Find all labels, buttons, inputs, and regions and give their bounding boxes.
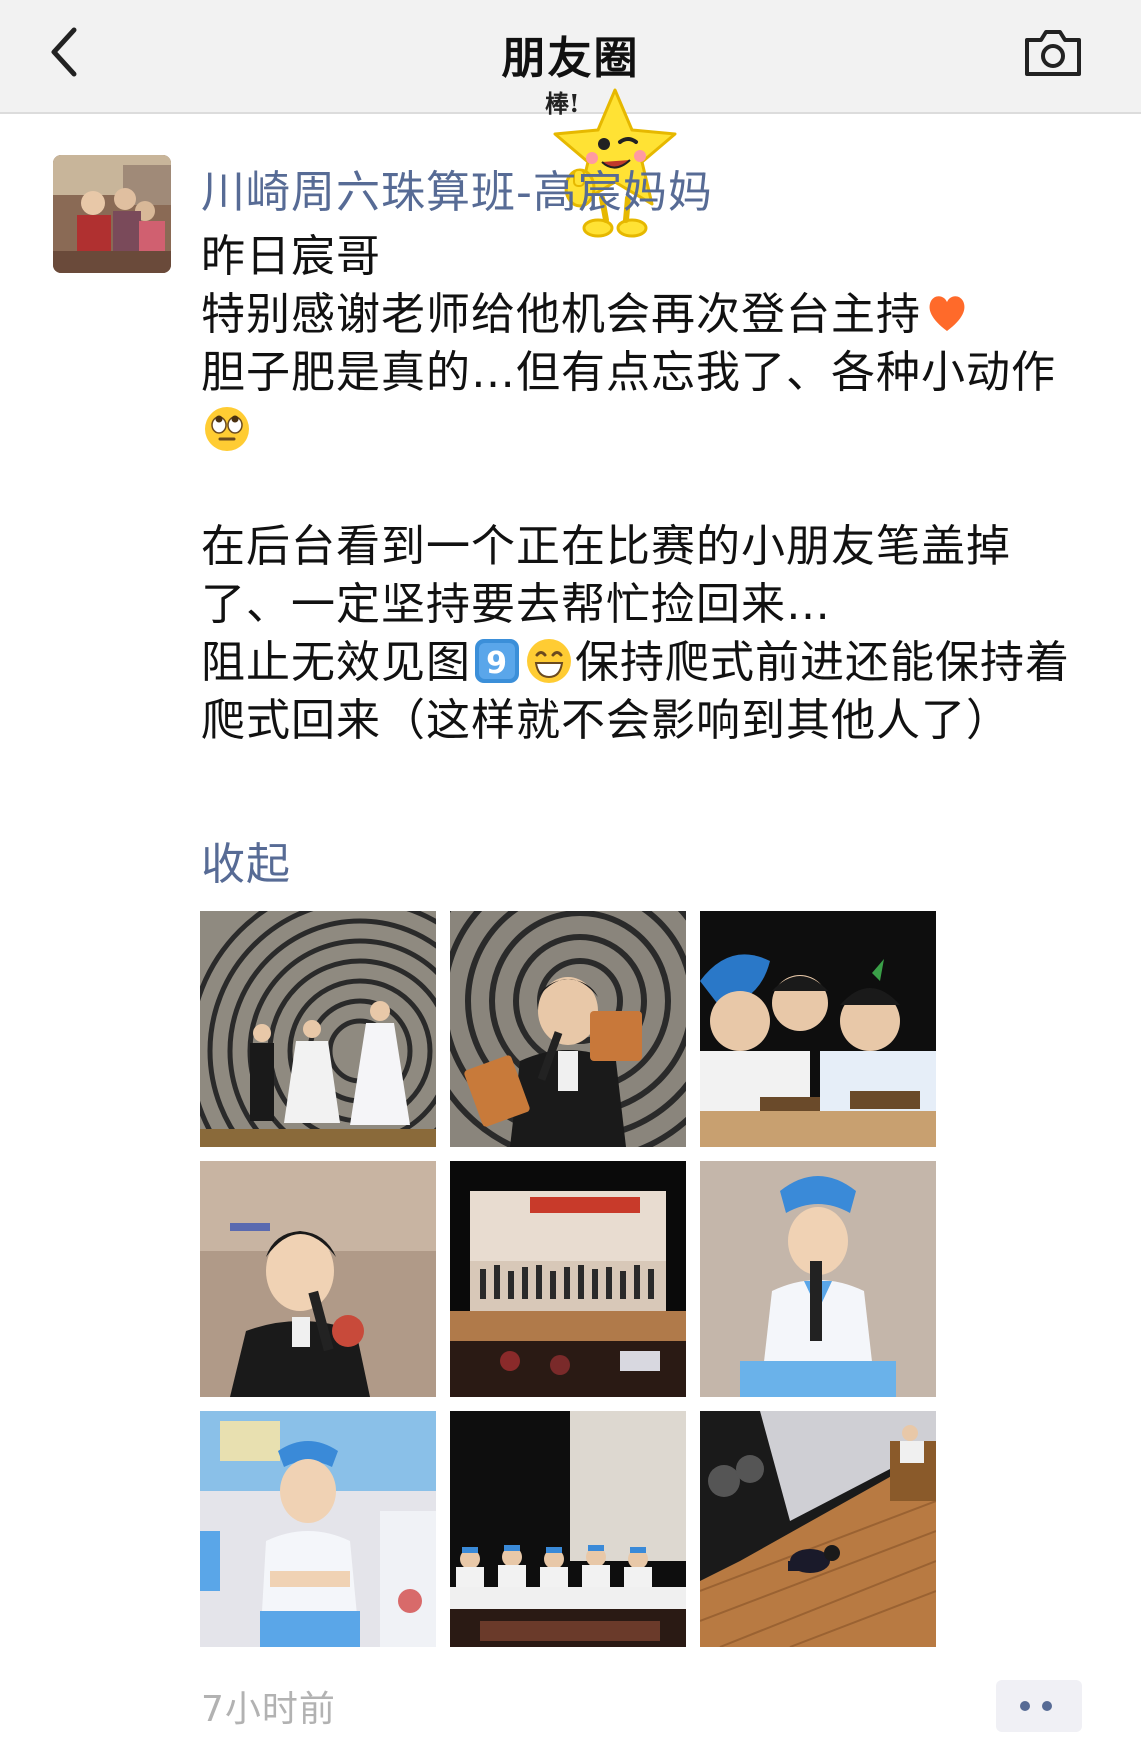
post-photo[interactable] xyxy=(200,1161,436,1397)
post-line-text: 阻止无效见图 xyxy=(201,637,471,688)
post-photo[interactable] xyxy=(700,1161,936,1397)
collapse-link[interactable]: 收起 xyxy=(201,828,291,892)
post-photo[interactable] xyxy=(700,1411,936,1647)
post-line-text: 特别感谢老师给他机会再次登台主持 xyxy=(201,289,921,340)
camera-button[interactable] xyxy=(1021,24,1085,80)
post-line: 特别感谢老师给他机会再次登台主持 xyxy=(201,286,1071,344)
post-photo[interactable] xyxy=(450,1161,686,1397)
post-line: 昨日宸哥 xyxy=(201,231,381,282)
post-line-text: 胆子肥是真的…但有点忘我了、各种小动作 xyxy=(201,347,1056,398)
orange-heart-emoji-icon xyxy=(929,296,965,331)
grinning-emoji-icon xyxy=(527,639,571,683)
keycap-nine-emoji-icon: 9 xyxy=(475,639,519,683)
author-name[interactable]: 川崎周六珠算班-高宸妈妈 xyxy=(201,156,713,220)
more-actions-button[interactable] xyxy=(996,1680,1082,1732)
more-dots-icon xyxy=(1042,1701,1052,1711)
post-text: 昨日宸哥 特别感谢老师给他机会再次登台主持 胆子肥是真的…但有点忘我了、各种小动… xyxy=(201,228,1071,750)
avatar[interactable] xyxy=(53,155,171,273)
post-line: 阻止无效见图 9 保持爬式前进还能保持着爬式回来（这样就不会影响到其他人了） xyxy=(201,634,1071,750)
more-dots-icon xyxy=(1020,1701,1030,1711)
photo-grid xyxy=(200,911,938,1647)
page-title: 朋友圈 xyxy=(501,33,640,84)
svg-text:9: 9 xyxy=(486,646,508,681)
post-photo[interactable] xyxy=(450,911,686,1147)
post-photo[interactable] xyxy=(200,1411,436,1647)
eye-roll-emoji-icon xyxy=(205,407,249,451)
post-photo[interactable] xyxy=(700,911,936,1147)
post-photo[interactable] xyxy=(450,1411,686,1647)
sticker-caption: 棒! xyxy=(545,89,580,118)
post-photo[interactable] xyxy=(200,911,436,1147)
post-line: 胆子肥是真的…但有点忘我了、各种小动作 xyxy=(201,344,1071,460)
camera-icon xyxy=(1025,30,1081,76)
post-timestamp: 7小时前 xyxy=(201,1689,336,1730)
post-line: 在后台看到一个正在比赛的小朋友笔盖掉了、一定坚持要去帮忙捡回来… xyxy=(201,521,1011,630)
